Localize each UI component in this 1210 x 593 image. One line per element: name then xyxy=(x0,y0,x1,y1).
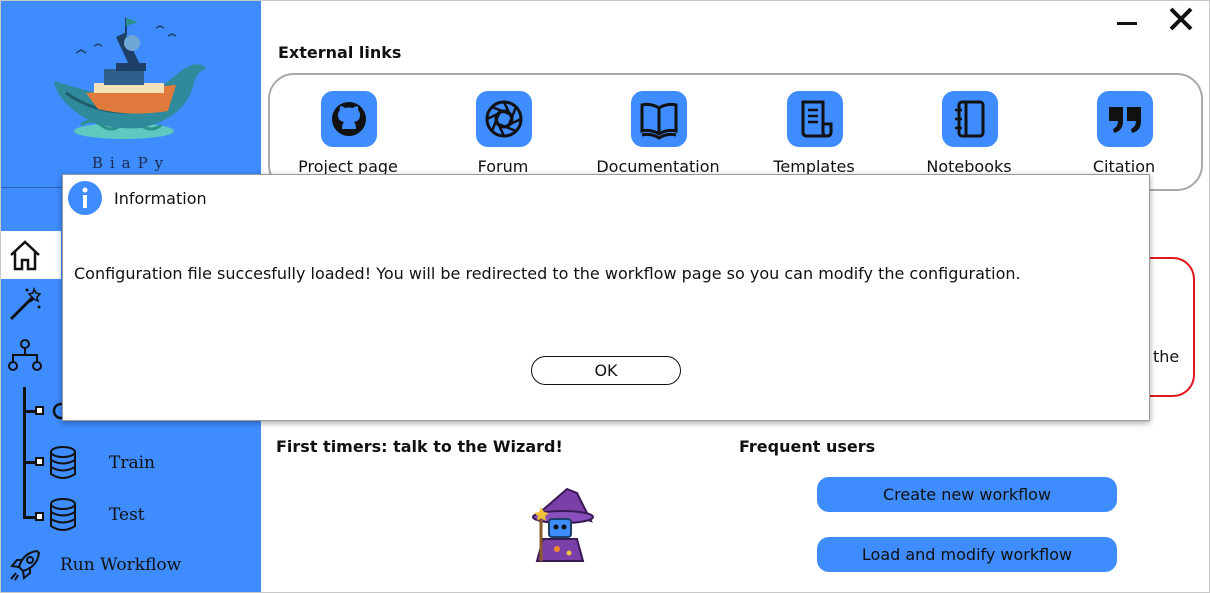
quote-icon xyxy=(1097,91,1153,147)
notebook-icon xyxy=(942,91,998,147)
nav-run-workflow-label: Run Workflow xyxy=(60,555,182,575)
app-name: BiaPy xyxy=(91,154,171,172)
magic-wand-icon xyxy=(9,286,42,321)
ok-button[interactable]: OK xyxy=(531,356,681,385)
logo-area: BiaPy xyxy=(1,1,261,187)
information-dialog: Information Configuration file succesful… xyxy=(62,174,1150,421)
forum-icon xyxy=(476,91,532,147)
nav-train-label: Train xyxy=(109,453,155,473)
load-modify-workflow-button[interactable]: Load and modify workflow xyxy=(817,537,1117,572)
minimize-icon[interactable] xyxy=(1115,7,1139,31)
nav-test[interactable]: Test xyxy=(1,493,261,537)
alert-panel-text: the xyxy=(1153,347,1180,366)
workflow-tree-icon xyxy=(8,339,42,371)
home-icon xyxy=(10,240,40,271)
frequent-users-title: Frequent users xyxy=(739,437,876,456)
dialog-message: Configuration file succesfully loaded! Y… xyxy=(74,264,1021,283)
book-icon xyxy=(631,91,687,147)
nav-run-workflow[interactable]: Run Workflow xyxy=(1,543,261,587)
nav-test-label: Test xyxy=(109,505,145,525)
biapy-logo xyxy=(54,18,206,139)
database-icon xyxy=(50,446,76,479)
scroll-icon xyxy=(787,91,843,147)
rocket-icon xyxy=(10,549,41,581)
biapy-window: BiaPy Train Test Run Workflow External l… xyxy=(0,0,1210,593)
database-icon xyxy=(50,498,76,531)
first-timers-title: First timers: talk to the Wizard! xyxy=(276,437,563,456)
wizard-icon[interactable] xyxy=(527,485,597,565)
nav-train[interactable]: Train xyxy=(1,441,261,485)
tree-node-1 xyxy=(35,406,44,415)
create-new-workflow-button[interactable]: Create new workflow xyxy=(817,477,1117,512)
close-icon[interactable] xyxy=(1167,5,1195,33)
external-links-title: External links xyxy=(278,43,402,62)
github-icon xyxy=(321,91,377,147)
info-icon xyxy=(68,181,102,215)
dialog-title: Information xyxy=(114,189,207,208)
